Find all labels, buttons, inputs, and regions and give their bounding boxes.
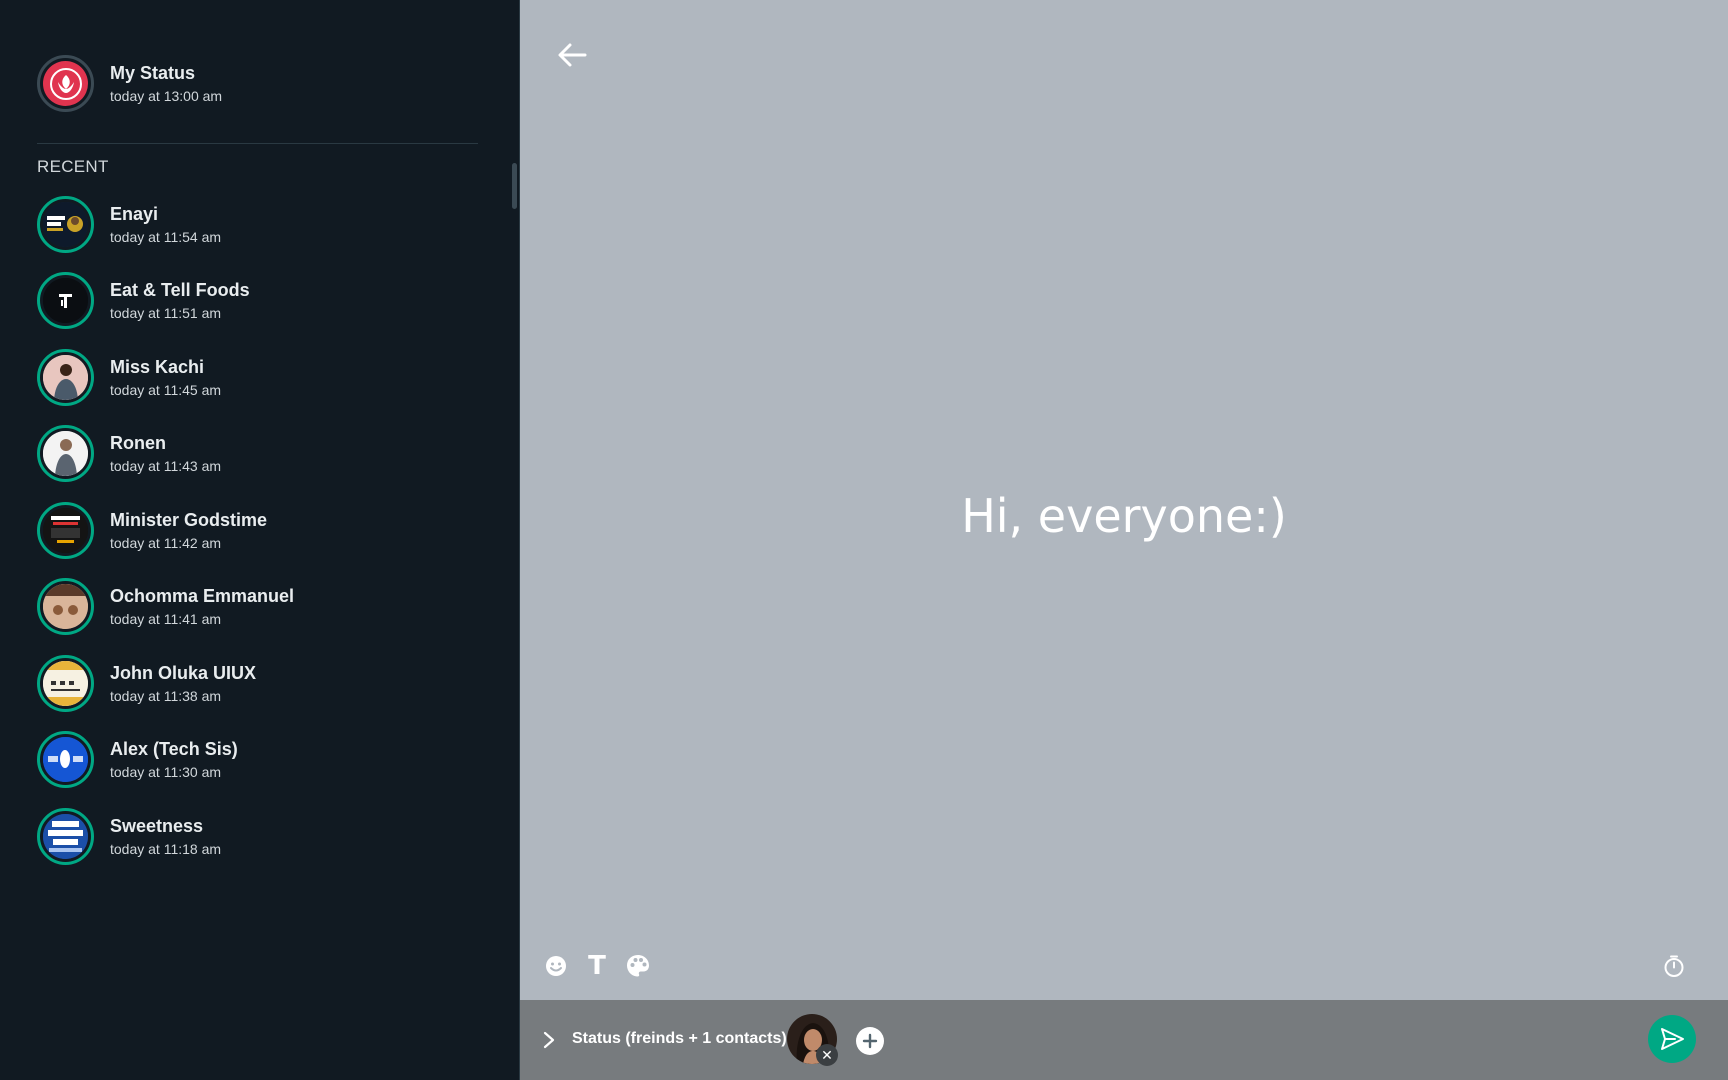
palette-icon[interactable] [624, 952, 652, 980]
text-style-icon[interactable]: T [583, 951, 611, 981]
back-arrow-icon[interactable] [555, 38, 589, 72]
contact-time: today at 11:51 am [110, 304, 222, 321]
my-status-ring [37, 55, 94, 112]
status-footer-bar: Status (freinds + 1 contacts) ✕ [520, 1000, 1728, 1080]
avatar [43, 508, 88, 553]
status-item-alex-tech-sis[interactable]: Alex (Tech Sis) today at 11:30 am [37, 731, 238, 788]
contact-time: today at 11:43 am [110, 457, 222, 474]
contact-name: Eat & Tell Foods [110, 279, 250, 300]
status-item-eat-tell-foods[interactable]: Eat & Tell Foods today at 11:51 am [37, 272, 250, 329]
contact-time: today at 11:42 am [110, 534, 222, 551]
avatar [43, 355, 88, 400]
contact-time: today at 11:38 am [110, 687, 222, 704]
status-item-ochomma-emmanuel[interactable]: Ochomma Emmanuel today at 11:41 am [37, 578, 294, 635]
my-status-row[interactable]: My Status today at 13:00 am [37, 55, 222, 112]
chevron-right-icon[interactable] [540, 1030, 558, 1050]
status-editor-canvas[interactable]: Hi, everyone:) T [520, 0, 1728, 1000]
avatar [43, 278, 88, 323]
avatar [43, 814, 88, 859]
contact-name: Miss Kachi [110, 356, 205, 377]
contact-time: today at 11:45 am [110, 381, 222, 398]
sidebar-scrollbar[interactable] [512, 163, 517, 209]
timer-icon[interactable] [1660, 952, 1688, 980]
contact-time: today at 11:18 am [110, 840, 222, 857]
avatar [43, 584, 88, 629]
add-contact-button[interactable] [856, 1027, 884, 1055]
contact-name: Enayi [110, 203, 159, 224]
send-button[interactable] [1648, 1015, 1696, 1063]
my-status-name: My Status [110, 62, 196, 83]
status-item-enayi[interactable]: Enayi today at 11:54 am [37, 196, 221, 253]
send-icon [1661, 1028, 1684, 1050]
contact-name: Sweetness [110, 815, 204, 836]
status-text-content[interactable]: Hi, everyone:) [520, 488, 1728, 544]
status-item-sweetness[interactable]: Sweetness today at 11:18 am [37, 808, 221, 865]
status-item-miss-kachi[interactable]: Miss Kachi today at 11:45 am [37, 349, 221, 406]
contact-name: Minister Godstime [110, 509, 268, 530]
avatar [43, 431, 88, 476]
avatar [43, 202, 88, 247]
contact-time: today at 11:41 am [110, 610, 222, 627]
emoji-icon[interactable] [542, 952, 570, 980]
status-sidebar: My Status today at 13:00 am RECENT Enayi… [0, 0, 520, 1080]
contact-time: today at 11:54 am [110, 228, 222, 245]
sidebar-divider [37, 143, 478, 144]
recent-section-label: RECENT [37, 157, 109, 176]
status-item-minister-godstime[interactable]: Minister Godstime today at 11:42 am [37, 502, 267, 559]
contact-name: Ochomma Emmanuel [110, 585, 295, 606]
contact-name: John Oluka UIUX [110, 662, 257, 683]
remove-contact-button[interactable]: ✕ [816, 1044, 838, 1066]
my-status-time: today at 13:00 am [110, 87, 223, 104]
status-item-john-oluka-uiux[interactable]: John Oluka UIUX today at 11:38 am [37, 655, 256, 712]
my-status-avatar [43, 61, 88, 106]
contact-name: Ronen [110, 432, 166, 453]
status-audience-label[interactable]: Status (freinds + 1 contacts) [572, 1030, 787, 1048]
contact-time: today at 11:30 am [110, 763, 222, 780]
avatar [43, 737, 88, 782]
status-item-ronen[interactable]: Ronen today at 11:43 am [37, 425, 221, 482]
avatar [43, 661, 88, 706]
contact-name: Alex (Tech Sis) [110, 738, 238, 759]
